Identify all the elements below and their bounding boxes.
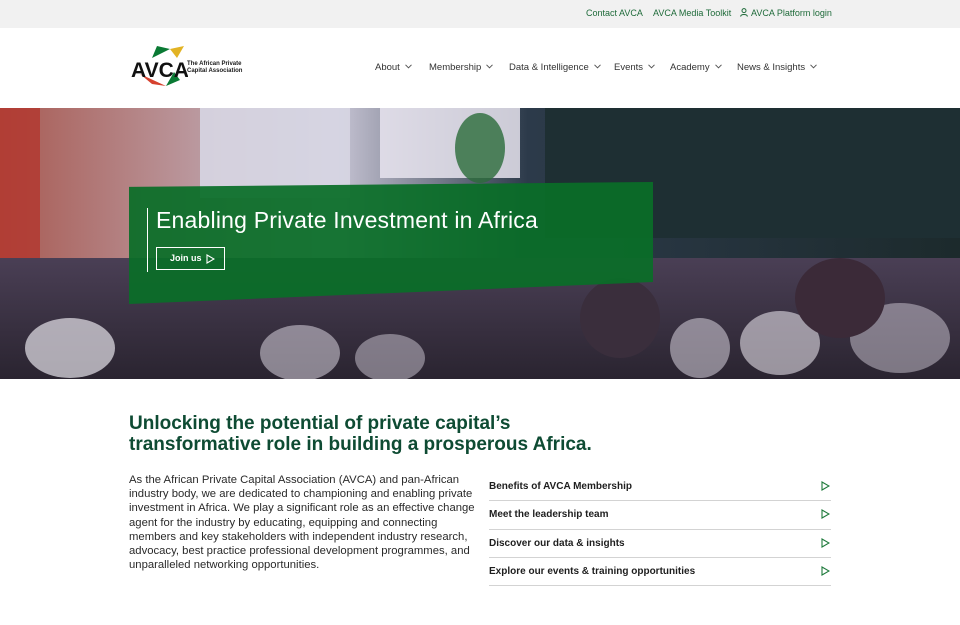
site-header: AVCA The African Private Capital Associa…	[0, 28, 960, 108]
play-arrow-icon	[206, 254, 215, 264]
join-us-label: Join us	[170, 253, 202, 263]
contact-link[interactable]: Contact AVCA	[586, 8, 643, 18]
nav-academy-label: Academy	[670, 62, 710, 73]
avca-logo-mark: AVCA	[131, 46, 188, 86]
intro-paragraph: As the African Private Capital Associati…	[129, 474, 475, 572]
nav-events[interactable]: Events	[614, 62, 655, 73]
chevron-down-icon	[486, 64, 494, 69]
chevron-down-icon	[714, 64, 722, 69]
hero-banner: Enabling Private Investment in Africa Jo…	[0, 108, 960, 379]
quick-link-label: Benefits of AVCA Membership	[489, 481, 632, 492]
platform-login-link[interactable]: AVCA Platform login	[740, 8, 832, 18]
quick-link-label: Explore our events & training opportunit…	[489, 565, 696, 577]
logo-wordmark: AVCA	[131, 59, 188, 82]
quick-link-label: Discover our data & insights	[489, 537, 625, 549]
quick-link-leadership[interactable]: Meet the leadership team	[489, 501, 831, 530]
play-arrow-icon	[821, 481, 830, 491]
nav-news-insights[interactable]: News & Insights	[737, 62, 817, 73]
media-toolkit-link[interactable]: AVCA Media Toolkit	[653, 8, 731, 18]
quick-link-data-insights[interactable]: Discover our data & insights	[489, 530, 831, 558]
logo-tagline-line2: Capital Association	[187, 68, 243, 74]
hero-title: Enabling Private Investment in Africa	[156, 207, 538, 233]
avca-logo[interactable]: AVCA The African Private Capital Associa…	[130, 44, 245, 88]
logo-tagline: The African Private Capital Association	[187, 61, 247, 75]
quick-link-events-training[interactable]: Explore our events & training opportunit…	[489, 558, 831, 587]
play-arrow-icon	[821, 537, 830, 548]
nav-data-label: Data & Intelligence	[509, 62, 589, 73]
play-arrow-icon	[821, 509, 830, 520]
quick-link-membership[interactable]: Benefits of AVCA Membership	[489, 473, 831, 502]
quick-link-label: Meet the leadership team	[489, 509, 609, 521]
chevron-down-icon	[404, 64, 412, 69]
nav-about-label: About	[375, 62, 400, 73]
hero-divider	[147, 208, 148, 272]
nav-events-label: Events	[614, 62, 644, 73]
user-icon	[740, 8, 748, 17]
nav-membership[interactable]: Membership	[429, 62, 494, 73]
nav-academy[interactable]: Academy	[670, 62, 722, 73]
platform-login-label: AVCA Platform login	[751, 8, 832, 18]
quick-links-list: Benefits of AVCA Membership Meet the lea…	[489, 473, 831, 587]
nav-about[interactable]: About	[375, 62, 412, 73]
nav-news-label: News & Insights	[737, 62, 806, 73]
nav-data-intelligence[interactable]: Data & Intelligence	[509, 62, 601, 73]
chevron-down-icon	[810, 64, 817, 69]
nav-membership-label: Membership	[429, 62, 482, 73]
join-us-button[interactable]: Join us	[156, 247, 225, 270]
chevron-down-icon	[593, 64, 601, 69]
page-headline: Unlocking the potential of private capit…	[129, 413, 592, 455]
utility-bar: Contact AVCA AVCA Media Toolkit AVCA Pla…	[0, 0, 960, 28]
chevron-down-icon	[648, 64, 655, 69]
logo-tagline-line1: The African Private	[187, 61, 242, 67]
play-arrow-icon	[821, 565, 830, 576]
